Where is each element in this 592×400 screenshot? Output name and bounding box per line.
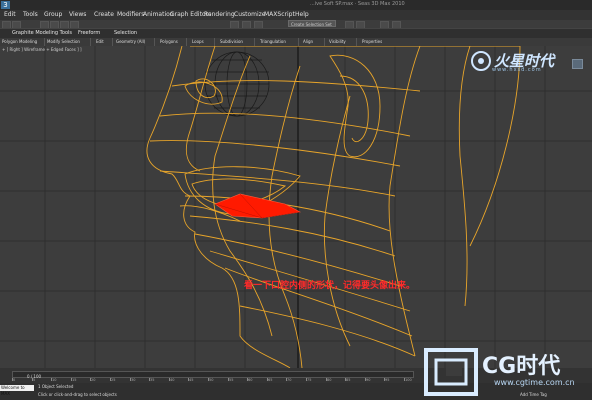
ruler-tick-label: 25 <box>111 378 116 382</box>
eyeball-wireframe <box>204 51 270 117</box>
ruler-tick-label: 50 <box>209 378 214 382</box>
ruler-tick-label: 20 <box>91 378 96 382</box>
panel-modify-selection[interactable]: Modify Selection <box>47 39 80 44</box>
ruler-tick-label: 10 <box>52 378 57 382</box>
menu-views[interactable]: Views <box>69 11 86 18</box>
panel-properties[interactable]: Properties <box>362 39 382 44</box>
ruler-tick-label: 0 <box>13 378 16 382</box>
ruler-tick-label: 15 <box>72 378 77 382</box>
menu-bar: Edit Tools Group Views Create Modifiers … <box>0 10 592 20</box>
ruler-tick-label: 65 <box>268 378 273 382</box>
ruler-tick-label: 90 <box>366 378 371 382</box>
tab-selection[interactable]: Selection <box>114 30 137 36</box>
ruler-tick-label: 5 <box>33 378 36 382</box>
menu-group[interactable]: Group <box>44 11 62 18</box>
ruler-tick-label: 55 <box>229 378 234 382</box>
panel-polygons[interactable]: Polygons <box>160 39 178 44</box>
tab-graphite-modeling-tools[interactable]: Graphite Modeling Tools <box>12 30 72 36</box>
divider <box>186 38 187 46</box>
menu-edit[interactable]: Edit <box>4 11 16 18</box>
menu-help[interactable]: Help <box>295 11 309 18</box>
head-wireframe <box>146 46 521 368</box>
ruler-tick-label: 40 <box>170 378 175 382</box>
divider <box>254 38 255 46</box>
menu-customize[interactable]: Customize <box>234 11 266 18</box>
divider <box>324 38 325 46</box>
tutorial-caption: 看一下口腔内侧的形状，记得要头像出来。 <box>244 281 416 291</box>
divider <box>214 38 215 46</box>
panel-edit[interactable]: Edit <box>96 39 104 44</box>
cgtime-logo: CG时代 www.cgtime.com.cn <box>420 346 592 400</box>
ruler-tick-label: 85 <box>346 378 351 382</box>
menu-create[interactable]: Create <box>94 11 114 18</box>
hxsd-watermark: 火星时代 www.hxsd.com <box>470 50 585 74</box>
menu-rendering[interactable]: Rendering <box>204 11 235 18</box>
app-logo-button[interactable]: 3 <box>1 1 10 9</box>
panel-triangulation[interactable]: Triangulation <box>260 39 286 44</box>
ruler-tick-label: 35 <box>150 378 155 382</box>
cgtime-url: www.cgtime.com.cn <box>494 378 575 387</box>
grid <box>0 46 592 368</box>
panel-align[interactable]: Align <box>303 39 313 44</box>
divider <box>356 38 357 46</box>
ruler-tick-label: 70 <box>287 378 292 382</box>
ruler-tick-label: 60 <box>248 378 253 382</box>
menu-animation[interactable]: Animation <box>143 11 174 18</box>
time-slider-track[interactable]: 0 / 100 <box>12 371 414 379</box>
menu-maxscript[interactable]: MAXScript <box>264 11 295 18</box>
divider <box>44 38 45 46</box>
panel-geometry-all[interactable]: Geometry (All) <box>116 39 145 44</box>
viewcube-home-icon[interactable] <box>572 59 583 69</box>
selection-set-dropdown[interactable]: Create Selection Set <box>288 20 336 27</box>
watermark-url: www.hxsd.com <box>492 67 542 73</box>
divider <box>154 38 155 46</box>
ruler-tick-label: 75 <box>307 378 312 382</box>
maxscript-listener[interactable]: Welcome to MAX <box>0 385 34 396</box>
viewport-right[interactable]: + ] Right ] Wireframe + Edged Faces ] ] … <box>0 46 592 368</box>
panel-subdivision[interactable]: Subdivision <box>220 39 243 44</box>
title-bar: 3 ...ive Soft SP.max · Seas 3D Max 2010 <box>0 0 592 10</box>
ruler-tick-label: 100 <box>405 378 412 382</box>
panel-visibility[interactable]: Visibility <box>329 39 346 44</box>
ruler-tick-label: 30 <box>131 378 136 382</box>
cgtime-brand: CG时代 <box>482 354 561 379</box>
cgtime-logo-icon <box>424 348 478 396</box>
panel-polygon-modeling[interactable]: Polygon Modeling <box>2 39 37 44</box>
prompt-line: Click or click-and-drag to select object… <box>38 392 117 397</box>
panel-loops[interactable]: Loops <box>192 39 204 44</box>
selection-status: 1 Object Selected <box>38 384 74 389</box>
ruler-tick-label: 80 <box>327 378 332 382</box>
ruler-tick-label: 45 <box>189 378 194 382</box>
window-title: ...ive Soft SP.max · Seas 3D Max 2010 <box>310 1 405 7</box>
divider <box>90 38 91 46</box>
viewport-label[interactable]: + ] Right ] Wireframe + Edged Faces ] ] <box>2 47 82 52</box>
tab-freeform[interactable]: Freeform <box>78 30 100 36</box>
ruler-tick-label: 95 <box>385 378 390 382</box>
menu-tools[interactable]: Tools <box>23 11 38 18</box>
menu-modifiers[interactable]: Modifiers <box>117 11 144 18</box>
hxsd-logo-icon <box>471 51 491 71</box>
viewport-canvas[interactable] <box>0 46 592 368</box>
divider <box>298 38 299 46</box>
divider <box>112 38 113 46</box>
